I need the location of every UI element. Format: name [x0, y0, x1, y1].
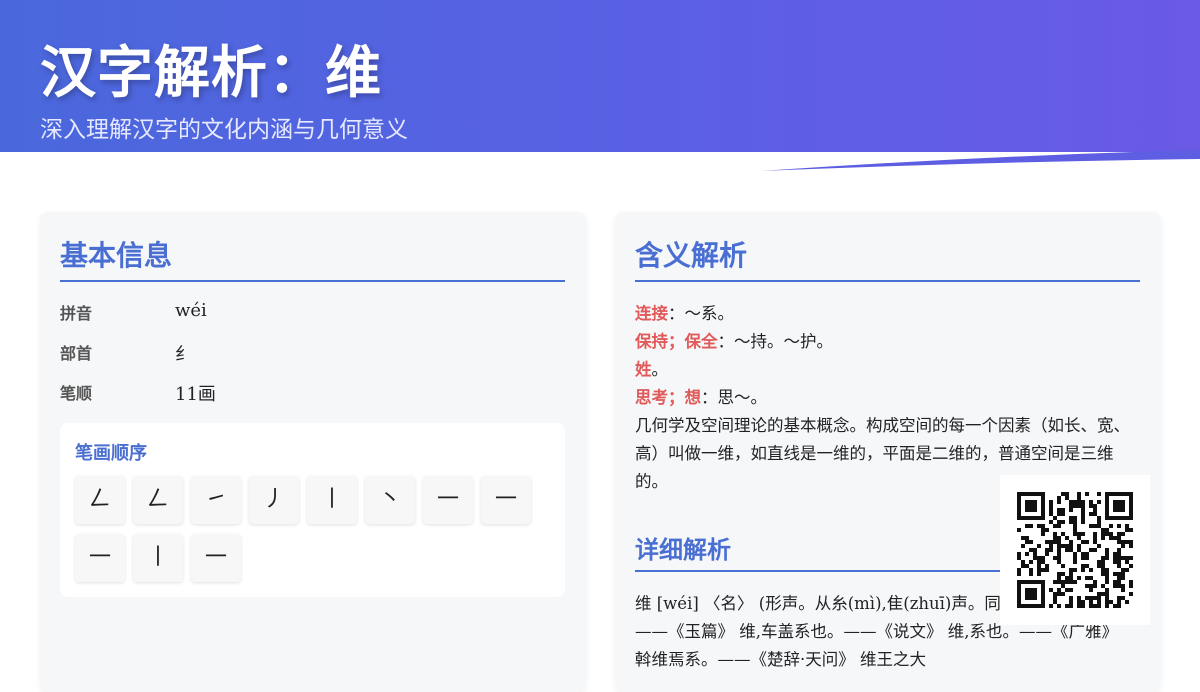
stroke-cell-1: 𠃋	[75, 476, 125, 524]
radical-value: 纟	[175, 344, 193, 365]
meaning-item: 思考；想：思～。	[635, 384, 1135, 412]
basic-info-title: 基本信息	[60, 239, 173, 272]
meaning-text: ：思～。	[701, 388, 767, 407]
meaning-term: 连接	[635, 304, 668, 323]
detail-title: 详细解析	[635, 535, 731, 564]
stroke-cell-2: 𠃋	[133, 476, 183, 524]
stroke-count-label: 笔顺	[60, 384, 93, 403]
pinyin-label: 拼音	[60, 304, 93, 323]
stroke-cell-7: 一	[423, 476, 473, 524]
decorative-swoosh	[760, 150, 1200, 171]
meaning-title: 含义解析	[635, 239, 748, 272]
meaning-term: 姓	[635, 360, 652, 379]
page-title: 汉字解析：维	[40, 40, 382, 106]
stroke-cell-9: 一	[75, 534, 125, 582]
radical-label: 部首	[60, 344, 93, 363]
stroke-count-value: 11画	[175, 384, 216, 405]
stroke-cell-6: 丶	[365, 476, 415, 524]
meaning-text: 。	[651, 360, 669, 379]
meaning-term: 思考；想	[635, 388, 701, 407]
meaning-item: 姓。	[635, 356, 1135, 384]
meaning-list: 连接：～系。 保持；保全：～持。～护。 姓。 思考；想：思～。 几何学及空间理论…	[635, 300, 1135, 496]
meaning-text: ：～系。	[668, 304, 734, 323]
info-row-stroke-count: 笔顺 11画	[60, 380, 560, 410]
info-row-radical: 部首 纟	[60, 340, 560, 370]
meaning-item: 保持；保全：～持。～护。	[635, 328, 1135, 356]
qr-code-icon	[1017, 492, 1133, 608]
stroke-order-title: 笔画顺序	[75, 443, 147, 464]
header-banner: 汉字解析：维 深入理解汉字的文化内涵与几何意义	[0, 0, 1200, 152]
info-row-pinyin: 拼音 wéi	[60, 300, 560, 330]
stroke-cell-11: 一	[191, 534, 241, 582]
meaning-divider	[635, 280, 1140, 282]
stroke-cell-10: 丨	[133, 534, 183, 582]
qr-code[interactable]	[1000, 475, 1150, 625]
stroke-cell-3: ㇀	[191, 476, 241, 524]
stroke-order-panel: 笔画顺序 𠃋 𠃋 ㇀ 丿 丨 丶 一 一 一 丨 一	[60, 423, 565, 597]
basic-info-divider	[60, 280, 565, 282]
stroke-cell-5: 丨	[307, 476, 357, 524]
meaning-text: ：～持。～护。	[717, 332, 834, 351]
stroke-cell-8: 一	[481, 476, 531, 524]
basic-info-card: 基本信息 拼音 wéi 部首 纟 笔顺 11画 笔画顺序 𠃋 𠃋 ㇀ 丿 丨 丶…	[40, 212, 586, 692]
stroke-cell-4: 丿	[249, 476, 299, 524]
meaning-term: 保持；保全	[635, 332, 718, 351]
meaning-item: 连接：～系。	[635, 300, 1135, 328]
page-subtitle: 深入理解汉字的文化内涵与几何意义	[40, 117, 408, 143]
pinyin-value: wéi	[175, 300, 207, 321]
